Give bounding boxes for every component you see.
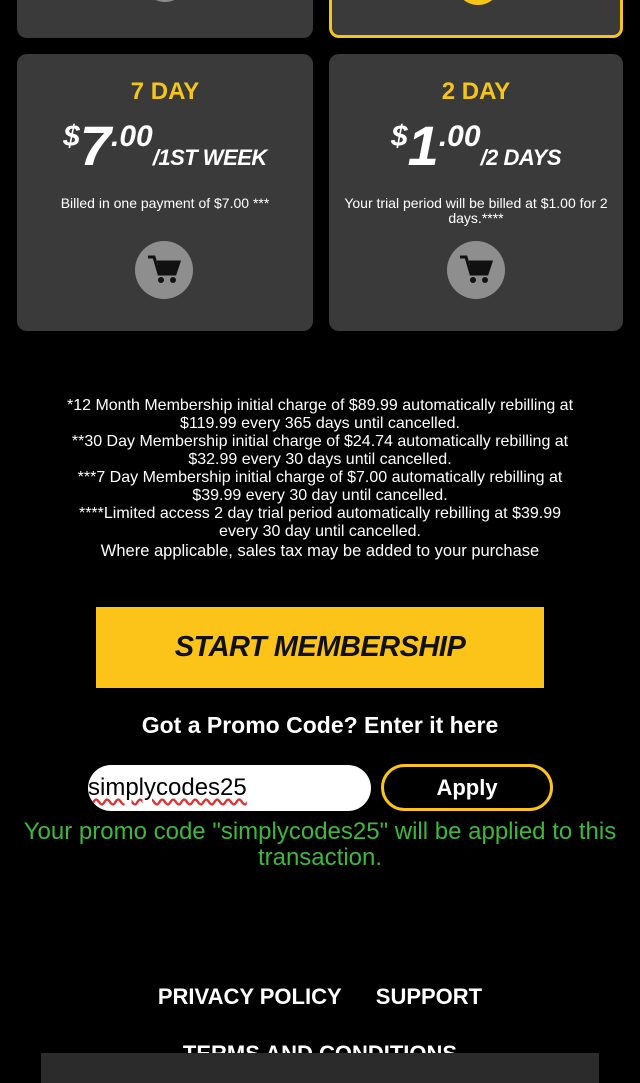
price-decimal: .00	[111, 120, 153, 153]
plan-price: $1.00/2 DAYS	[329, 116, 623, 176]
terms-line: $39.99 every 30 day until cancelled.	[192, 487, 448, 504]
plan-description: Billed in one payment of $7.00 ***	[60, 195, 270, 211]
price-period: /1ST WEEK	[152, 145, 268, 170]
promo-success-message: Your promo code "simplycodes25" will be …	[23, 818, 617, 871]
terms-line: ***7 Day Membership initial charge of $7…	[77, 469, 563, 486]
start-membership-button[interactable]: START MEMBERSHIP	[96, 607, 544, 688]
promo-code-input[interactable]: simplycodes25	[88, 765, 371, 811]
price-currency: $	[63, 120, 80, 153]
plan-card-12-month[interactable]	[17, 0, 313, 38]
price-integer: 7	[79, 114, 112, 177]
cart-button-partial[interactable]	[455, 0, 501, 5]
plan-card-30-day-selected[interactable]	[329, 0, 623, 38]
sales-tax-note: Where applicable, sales tax may be added…	[100, 542, 540, 560]
plan-name: 7 DAY	[130, 78, 200, 105]
plan-description: Your trial period will be billed at $1.0…	[344, 195, 608, 226]
privacy-policy-link[interactable]: PRIVACY POLICY	[158, 984, 342, 1009]
promo-code-value: simplycodes25	[88, 774, 247, 801]
price-decimal: .00	[438, 120, 481, 153]
add-to-cart-button[interactable]	[135, 241, 193, 299]
bottom-overlay-bar	[41, 1053, 599, 1083]
apply-promo-button[interactable]: Apply	[381, 764, 553, 811]
plan-card-2-day[interactable]: 2 DAY $1.00/2 DAYS Your trial period wil…	[329, 54, 623, 331]
cart-icon	[148, 255, 182, 283]
terms-line: every 30 day until cancelled.	[219, 523, 421, 540]
plan-card-7-day[interactable]: 7 DAY $7.00/1ST WEEK Billed in one payme…	[17, 54, 313, 331]
plan-name: 2 DAY	[441, 78, 511, 105]
membership-terms: *12 Month Membership initial charge of $…	[40, 397, 600, 560]
add-to-cart-button[interactable]	[447, 241, 505, 299]
terms-line: *12 Month Membership initial charge of $…	[66, 397, 574, 414]
footer-links: PRIVACY POLICY SUPPORT	[0, 984, 640, 1010]
promo-code-label: Got a Promo Code? Enter it here	[141, 712, 499, 738]
terms-line: **30 Day Membership initial charge of $2…	[71, 433, 569, 450]
terms-line: $32.99 every 30 days until cancelled.	[188, 451, 452, 468]
price-currency: $	[390, 120, 408, 153]
terms-line: ****Limited access 2 day trial period au…	[78, 505, 562, 522]
cart-button-partial[interactable]	[142, 0, 188, 2]
plan-price: $7.00/1ST WEEK	[17, 116, 313, 176]
support-link[interactable]: SUPPORT	[376, 984, 482, 1009]
cart-icon	[460, 255, 494, 283]
terms-line: $119.99 every 365 days until cancelled.	[180, 415, 460, 432]
price-integer: 1	[407, 114, 439, 177]
price-period: /2 DAYS	[480, 145, 562, 170]
